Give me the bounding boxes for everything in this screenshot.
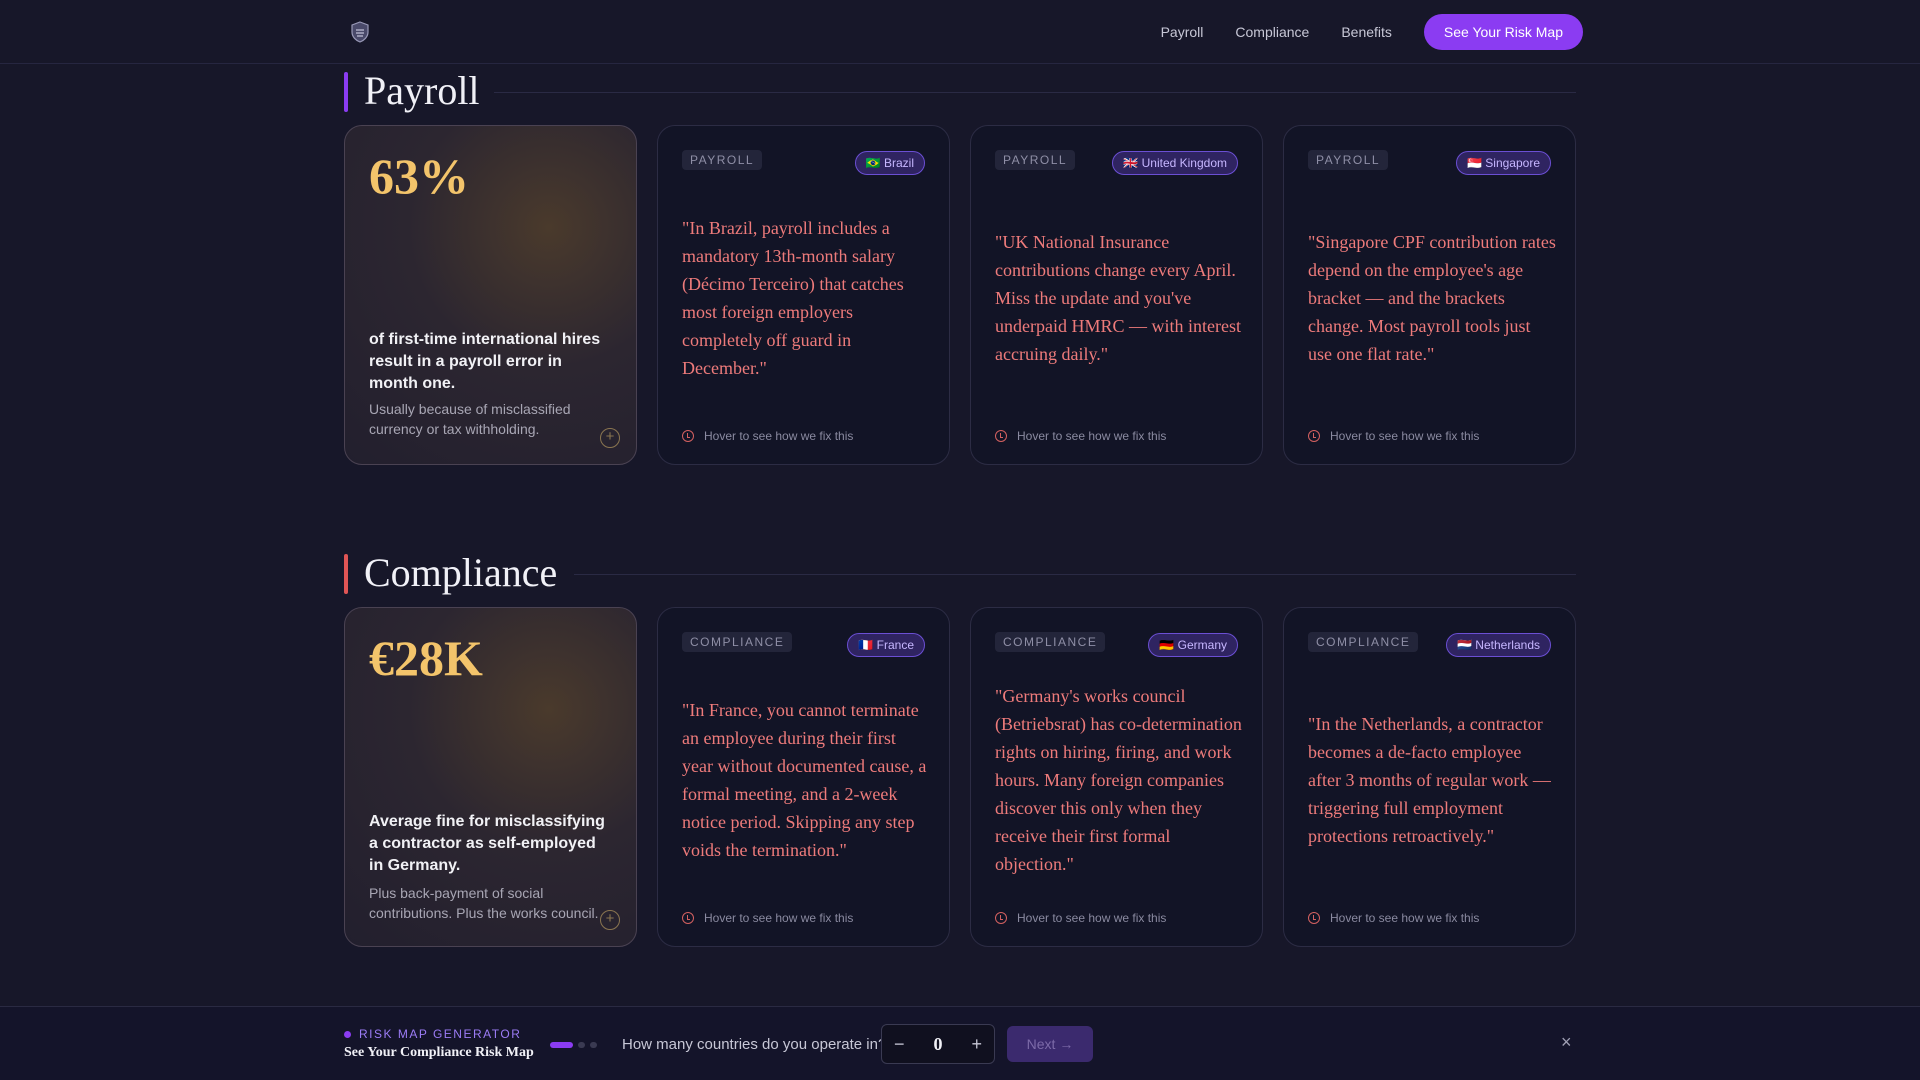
risk-map-title: See Your Compliance Risk Map (344, 1045, 534, 1060)
nav-link-payroll[interactable]: Payroll (1161, 14, 1204, 50)
country-count-stepper: − 0 + (881, 1024, 995, 1064)
clock-icon (995, 430, 1007, 442)
insight-quote: "Germany's works council (Betriebsrat) h… (995, 686, 1242, 874)
country-badge: 🇫🇷 France (847, 633, 925, 657)
risk-map-generator-bar: RISK MAP GENERATOR See Your Compliance R… (0, 1006, 1920, 1080)
compliance-section: Compliance €28K Average fine for misclas… (344, 550, 1576, 947)
hover-hint: Hover to see how we fix this (1308, 429, 1479, 443)
country-badge: 🇸🇬 Singapore (1456, 151, 1551, 175)
section-title: Compliance (364, 550, 558, 595)
clock-icon (1308, 430, 1320, 442)
category-tag: PAYROLL (995, 150, 1076, 170)
hover-hint-text: Hover to see how we fix this (1017, 911, 1167, 925)
hover-hint: Hover to see how we fix this (995, 911, 1166, 925)
hover-hint: Hover to see how we fix this (1308, 911, 1479, 925)
shield-logo-icon[interactable] (350, 21, 370, 43)
section-header: Payroll (344, 68, 1576, 118)
card-row: €28K Average fine for misclassifying a c… (344, 607, 1576, 947)
next-button[interactable]: Next → (1007, 1026, 1093, 1062)
nav-link-compliance[interactable]: Compliance (1235, 14, 1309, 50)
hover-hint-text: Hover to see how we fix this (1017, 429, 1167, 443)
insight-quote: "UK National Insurance contributions cha… (995, 232, 1241, 364)
step-indicator (578, 1042, 585, 1048)
hover-hint: Hover to see how we fix this (995, 429, 1166, 443)
insight-quote: "In France, you cannot terminate an empl… (682, 700, 927, 860)
section-header: Compliance (344, 550, 1576, 600)
decrement-button[interactable]: − (894, 1034, 905, 1055)
category-tag: PAYROLL (682, 150, 763, 170)
close-icon[interactable]: × (1561, 1032, 1572, 1053)
stat-subtext: Plus back-payment of social contribution… (369, 885, 599, 921)
stat-subtext: Usually because of misclassified currenc… (369, 401, 571, 437)
section-title: Payroll (364, 68, 480, 113)
clock-icon (682, 430, 694, 442)
hover-hint-text: Hover to see how we fix this (704, 429, 854, 443)
insight-card[interactable]: PAYROLL 🇧🇷 Brazil "In Brazil, payroll in… (657, 125, 950, 465)
stat-description: of first-time international hires result… (369, 331, 601, 392)
increment-button[interactable]: + (971, 1034, 982, 1055)
country-badge: 🇩🇪 Germany (1148, 633, 1238, 657)
stat-card[interactable]: 63% of first-time international hires re… (344, 125, 637, 465)
top-navigation: Payroll Compliance Benefits See Your Ris… (0, 0, 1920, 64)
insight-quote: "In Brazil, payroll includes a mandatory… (682, 218, 904, 378)
country-badge: 🇬🇧 United Kingdom (1112, 151, 1238, 175)
expand-plus-icon[interactable]: + (600, 910, 620, 930)
stat-card[interactable]: €28K Average fine for misclassifying a c… (344, 607, 637, 947)
insight-card[interactable]: COMPLIANCE 🇫🇷 France "In France, you can… (657, 607, 950, 947)
status-dot-icon (344, 1030, 351, 1038)
clock-icon (995, 912, 1007, 924)
section-accent-bar (344, 554, 348, 594)
hover-hint-text: Hover to see how we fix this (1330, 911, 1480, 925)
insight-quote: "Singapore CPF contribution rates depend… (1308, 232, 1556, 364)
hover-hint-text: Hover to see how we fix this (704, 911, 854, 925)
clock-icon (1308, 912, 1320, 924)
category-tag: COMPLIANCE (995, 632, 1106, 652)
risk-map-label-text: RISK MAP GENERATOR (359, 1027, 522, 1041)
progress-steps (550, 1042, 602, 1048)
nav-links: Payroll Compliance Benefits See Your Ris… (1161, 14, 1583, 50)
payroll-section: Payroll 63% of first-time international … (344, 68, 1576, 465)
stat-value: €28K (369, 630, 483, 686)
section-accent-bar (344, 72, 348, 112)
step-indicator (590, 1042, 597, 1048)
card-row: 63% of first-time international hires re… (344, 125, 1576, 465)
category-tag: PAYROLL (1308, 150, 1389, 170)
insight-card[interactable]: PAYROLL 🇸🇬 Singapore "Singapore CPF cont… (1283, 125, 1576, 465)
stat-description: Average fine for misclassifying a contra… (369, 813, 605, 874)
country-badge: 🇧🇷 Brazil (854, 151, 925, 175)
category-tag: COMPLIANCE (1308, 632, 1419, 652)
country-count-value[interactable]: 0 (934, 1034, 943, 1055)
stat-value: 63% (369, 148, 469, 204)
risk-map-label: RISK MAP GENERATOR (344, 1027, 521, 1041)
step-indicator-active (550, 1042, 573, 1048)
see-risk-map-button[interactable]: See Your Risk Map (1423, 14, 1583, 50)
section-divider (574, 574, 1576, 575)
insight-card[interactable]: PAYROLL 🇬🇧 United Kingdom "UK National I… (970, 125, 1263, 465)
hover-hint-text: Hover to see how we fix this (1330, 429, 1480, 443)
hover-hint: Hover to see how we fix this (682, 429, 853, 443)
question-text: How many countries do you operate in? (622, 1036, 887, 1053)
nav-link-benefits[interactable]: Benefits (1341, 14, 1392, 50)
insight-card[interactable]: COMPLIANCE 🇳🇱 Netherlands "In the Nether… (1283, 607, 1576, 947)
section-divider (494, 92, 1576, 93)
insight-card[interactable]: COMPLIANCE 🇩🇪 Germany "Germany's works c… (970, 607, 1263, 947)
hover-hint: Hover to see how we fix this (682, 911, 853, 925)
category-tag: COMPLIANCE (682, 632, 793, 652)
country-badge: 🇳🇱 Netherlands (1446, 633, 1551, 657)
insight-quote: "In the Netherlands, a contractor become… (1308, 714, 1551, 846)
clock-icon (682, 912, 694, 924)
expand-plus-icon[interactable]: + (600, 428, 620, 448)
